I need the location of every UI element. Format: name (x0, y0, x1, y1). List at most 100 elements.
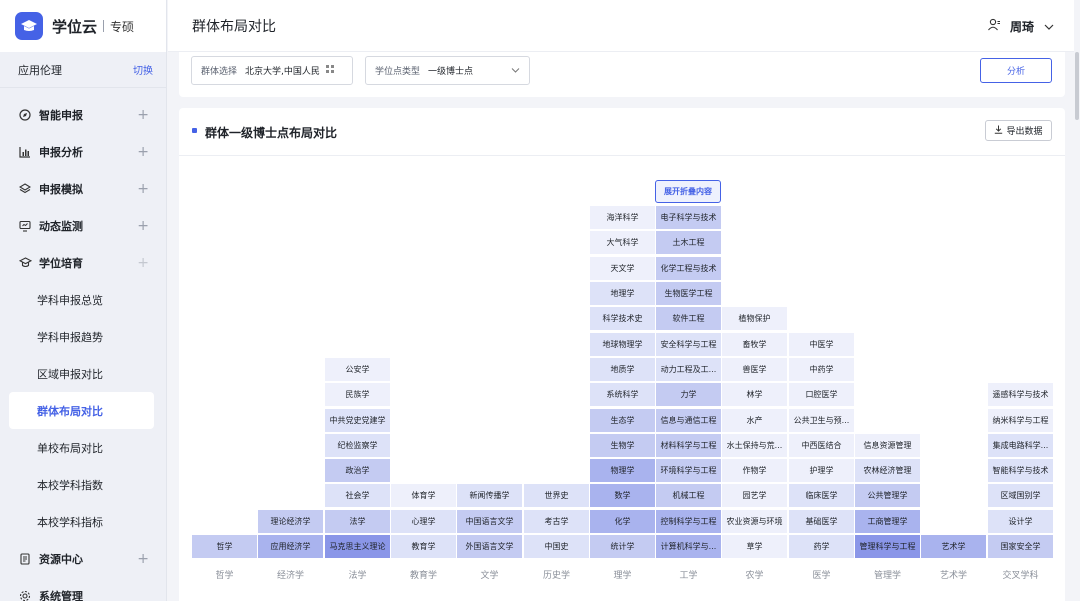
menu-item-degree-cultivation[interactable]: 学位培育 + (0, 244, 166, 281)
discipline-cell[interactable]: 作物学 (722, 459, 787, 482)
submenu-item-region-compare[interactable]: 区域申报对比 (0, 355, 166, 392)
submenu-item-group-layout-compare[interactable]: 群体布局对比 (9, 392, 154, 429)
plus-icon[interactable]: + (137, 218, 149, 234)
discipline-cell[interactable]: 马克思主义理论 (325, 535, 390, 558)
discipline-cell[interactable]: 科学技术史 (590, 307, 655, 330)
discipline-cell[interactable]: 化学工程与技术 (656, 257, 721, 280)
submenu-item-overview[interactable]: 学科申报总览 (0, 281, 166, 318)
expand-collapse-button[interactable]: 展开折叠内容 (655, 180, 721, 203)
discipline-cell[interactable]: 中国语言文学 (457, 510, 522, 533)
context-switch-link[interactable]: 切换 (133, 62, 153, 77)
plus-icon[interactable]: + (137, 144, 149, 160)
discipline-cell[interactable]: 政治学 (325, 459, 390, 482)
scrollbar-thumb[interactable] (1075, 52, 1079, 120)
discipline-cell[interactable]: 基础医学 (789, 510, 854, 533)
group-select[interactable]: 群体选择 北京大学,中国人民 (191, 56, 353, 85)
discipline-cell[interactable]: 区域国别学 (988, 484, 1053, 507)
submenu-item-school-indicator[interactable]: 本校学科指标 (0, 503, 166, 540)
discipline-cell[interactable]: 工商管理学 (855, 510, 920, 533)
discipline-cell[interactable]: 口腔医学 (789, 383, 854, 406)
discipline-cell[interactable]: 公共管理学 (855, 484, 920, 507)
discipline-cell[interactable]: 信息资源管理 (855, 434, 920, 457)
menu-item-resource-center[interactable]: 资源中心 + (0, 540, 166, 577)
discipline-cell[interactable]: 计算机科学与... (656, 535, 721, 558)
discipline-cell[interactable]: 心理学 (391, 510, 456, 533)
discipline-cell[interactable]: 法学 (325, 510, 390, 533)
menu-item-apply-simulation[interactable]: 申报模拟 + (0, 170, 166, 207)
discipline-cell[interactable]: 世界史 (524, 484, 589, 507)
discipline-cell[interactable]: 力学 (656, 383, 721, 406)
discipline-cell[interactable]: 林学 (722, 383, 787, 406)
discipline-cell[interactable]: 中共党史党建学 (325, 409, 390, 432)
discipline-cell[interactable]: 中西医结合 (789, 434, 854, 457)
discipline-cell[interactable]: 生态学 (590, 409, 655, 432)
discipline-cell[interactable]: 信息与通信工程 (656, 409, 721, 432)
discipline-cell[interactable]: 畜牧学 (722, 333, 787, 356)
export-button[interactable]: 导出数据 (985, 120, 1052, 141)
discipline-cell[interactable]: 设计学 (988, 510, 1053, 533)
discipline-cell[interactable]: 地理学 (590, 282, 655, 305)
discipline-cell[interactable]: 材料科学与工程 (656, 434, 721, 457)
menu-item-apply-analysis[interactable]: 申报分析 + (0, 133, 166, 170)
discipline-cell[interactable]: 哲学 (192, 535, 257, 558)
discipline-cell[interactable]: 电子科学与技术 (656, 206, 721, 229)
discipline-cell[interactable]: 护理学 (789, 459, 854, 482)
discipline-cell[interactable]: 物理学 (590, 459, 655, 482)
submenu-item-school-index[interactable]: 本校学科指数 (0, 466, 166, 503)
discipline-cell[interactable]: 药学 (789, 535, 854, 558)
chevron-down-icon[interactable] (1044, 19, 1054, 33)
discipline-cell[interactable]: 系统科学 (590, 383, 655, 406)
minus-icon[interactable]: + (137, 255, 149, 271)
discipline-cell[interactable]: 应用经济学 (258, 535, 323, 558)
discipline-cell[interactable]: 地球物理学 (590, 333, 655, 356)
discipline-cell[interactable]: 考古学 (524, 510, 589, 533)
discipline-cell[interactable]: 国家安全学 (988, 535, 1053, 558)
discipline-cell[interactable]: 中国史 (524, 535, 589, 558)
menu-item-monitoring[interactable]: 动态监测 + (0, 207, 166, 244)
discipline-cell[interactable]: 软件工程 (656, 307, 721, 330)
page-scrollbar[interactable] (1074, 0, 1080, 601)
discipline-cell[interactable]: 农业资源与环境 (722, 510, 787, 533)
discipline-cell[interactable]: 水土保持与荒... (722, 434, 787, 457)
discipline-cell[interactable]: 兽医学 (722, 358, 787, 381)
discipline-cell[interactable]: 纪检监察学 (325, 434, 390, 457)
logo[interactable]: 学位云 专硕 (0, 0, 166, 52)
discipline-cell[interactable]: 遥感科学与技术 (988, 383, 1053, 406)
discipline-cell[interactable]: 控制科学与工程 (656, 510, 721, 533)
discipline-cell[interactable]: 农林经济管理 (855, 459, 920, 482)
discipline-cell[interactable]: 中药学 (789, 358, 854, 381)
degree-type-select[interactable]: 学位点类型 一级博士点 (365, 56, 530, 85)
plus-icon[interactable]: + (137, 181, 149, 197)
discipline-cell[interactable]: 临床医学 (789, 484, 854, 507)
discipline-cell[interactable]: 外国语言文学 (457, 535, 522, 558)
discipline-cell[interactable]: 化学 (590, 510, 655, 533)
discipline-cell[interactable]: 教育学 (391, 535, 456, 558)
discipline-cell[interactable]: 社会学 (325, 484, 390, 507)
discipline-cell[interactable]: 公共卫生与预... (789, 409, 854, 432)
discipline-cell[interactable]: 数学 (590, 484, 655, 507)
discipline-cell[interactable]: 集成电路科学... (988, 434, 1053, 457)
discipline-cell[interactable]: 天文学 (590, 257, 655, 280)
discipline-cell[interactable]: 环境科学与工程 (656, 459, 721, 482)
discipline-cell[interactable]: 水产 (722, 409, 787, 432)
discipline-cell[interactable]: 动力工程及工... (656, 358, 721, 381)
discipline-cell[interactable]: 海洋科学 (590, 206, 655, 229)
plus-icon[interactable]: + (137, 551, 149, 567)
discipline-cell[interactable]: 智能科学与技术 (988, 459, 1053, 482)
discipline-cell[interactable]: 机械工程 (656, 484, 721, 507)
discipline-cell[interactable]: 土木工程 (656, 231, 721, 254)
discipline-cell[interactable]: 大气科学 (590, 231, 655, 254)
discipline-cell[interactable]: 艺术学 (921, 535, 986, 558)
analyze-button[interactable]: 分析 (980, 58, 1052, 83)
discipline-cell[interactable]: 草学 (722, 535, 787, 558)
submenu-item-trend[interactable]: 学科申报趋势 (0, 318, 166, 355)
discipline-cell[interactable]: 统计学 (590, 535, 655, 558)
discipline-cell[interactable]: 中医学 (789, 333, 854, 356)
discipline-cell[interactable]: 生物学 (590, 434, 655, 457)
plus-icon[interactable]: + (137, 107, 149, 123)
discipline-cell[interactable]: 植物保护 (722, 307, 787, 330)
discipline-cell[interactable]: 生物医学工程 (656, 282, 721, 305)
submenu-item-school-layout-compare[interactable]: 单校布局对比 (0, 429, 166, 466)
discipline-cell[interactable]: 纳米科学与工程 (988, 409, 1053, 432)
discipline-cell[interactable]: 体育学 (391, 484, 456, 507)
